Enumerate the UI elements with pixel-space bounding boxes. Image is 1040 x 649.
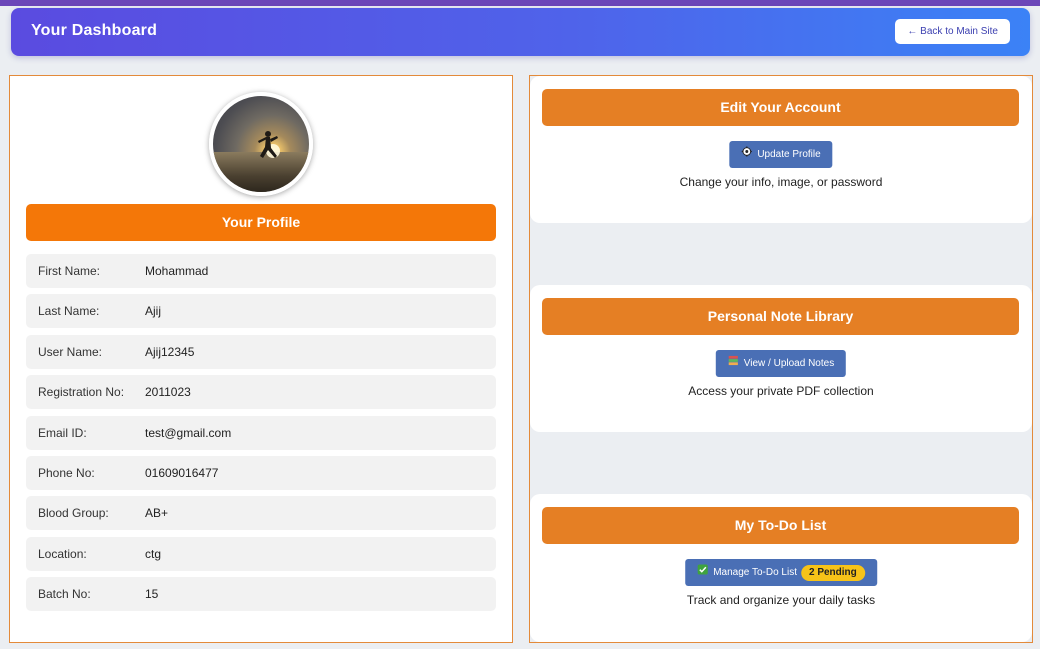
actions-panel: Edit Your Account Update Profile Change … — [529, 75, 1033, 643]
edit-account-description: Change your info, image, or password — [679, 175, 883, 189]
pending-count-badge: 2 Pending — [800, 564, 865, 581]
field-value: 01609016477 — [145, 465, 219, 480]
field-label: Last Name: — [38, 304, 100, 319]
books-icon — [728, 350, 739, 377]
field-value: ctg — [145, 546, 162, 561]
field-value: test@gmail.com — [145, 425, 232, 440]
profile-row-phone: Phone No: 01609016477 — [26, 455, 496, 490]
edit-account-heading: Edit Your Account — [542, 89, 1019, 126]
field-value: 15 — [145, 587, 159, 602]
field-label: Registration No: — [38, 385, 125, 400]
update-profile-label: Update Profile — [757, 149, 821, 161]
profile-heading: Your Profile — [26, 204, 496, 241]
profile-row-user-name: User Name: Ajij12345 — [26, 334, 496, 369]
manage-todo-button[interactable]: Manage To-Do List 2 Pending — [685, 559, 877, 586]
field-value: Ajij — [145, 304, 162, 319]
gear-icon — [741, 141, 752, 168]
todo-heading: My To-Do List — [542, 507, 1019, 544]
view-upload-notes-button[interactable]: View / Upload Notes — [715, 350, 847, 377]
profile-row-location: Location: ctg — [26, 536, 496, 571]
field-label: Batch No: — [38, 587, 91, 602]
runner-silhouette-icon — [258, 131, 280, 158]
field-label: Phone No: — [38, 465, 95, 480]
update-profile-button[interactable]: Update Profile — [729, 141, 833, 168]
edit-account-card: Edit Your Account Update Profile Change … — [530, 76, 1032, 223]
profile-row-batch-no: Batch No: 15 — [26, 577, 496, 612]
checkbox-icon — [697, 559, 708, 586]
note-library-card: Personal Note Library View / Upload Note… — [530, 285, 1032, 432]
dashboard-header: Your Dashboard ← Back to Main Site — [11, 8, 1030, 56]
note-library-heading: Personal Note Library — [542, 298, 1019, 335]
page-title: Your Dashboard — [31, 22, 158, 39]
manage-todo-label: Manage To-Do List — [713, 567, 797, 579]
field-label: User Name: — [38, 344, 103, 359]
field-value: Mohammad — [145, 264, 209, 278]
field-value: Ajij12345 — [145, 344, 195, 359]
top-accent-strip — [0, 0, 1040, 6]
back-to-main-site-button[interactable]: ← Back to Main Site — [895, 19, 1010, 44]
todo-description: Track and organize your daily tasks — [686, 593, 876, 607]
field-label: Location: — [38, 546, 87, 561]
profile-panel: Your Profile First Name: Mohammad Last N… — [9, 75, 513, 643]
profile-row-blood-group: Blood Group: AB+ — [26, 496, 496, 531]
field-label: First Name: — [38, 264, 101, 278]
profile-row-first-name: First Name: Mohammad — [26, 254, 496, 288]
field-value: 2011023 — [145, 385, 191, 400]
profile-row-registration-no: Registration No: 2011023 — [26, 375, 496, 410]
field-label: Blood Group: — [38, 506, 109, 521]
field-label: Email ID: — [38, 425, 87, 440]
view-upload-notes-label: View / Upload Notes — [743, 358, 835, 370]
note-library-description: Access your private PDF collection — [688, 384, 874, 398]
profile-row-last-name: Last Name: Ajij — [26, 294, 496, 329]
avatar — [209, 92, 313, 196]
profile-details-list: First Name: Mohammad Last Name: Ajij Use… — [26, 254, 496, 618]
todo-card: My To-Do List Manage To-Do List 2 Pending… — [530, 494, 1032, 642]
field-value: AB+ — [145, 506, 169, 521]
profile-row-email: Email ID: test@gmail.com — [26, 415, 496, 450]
